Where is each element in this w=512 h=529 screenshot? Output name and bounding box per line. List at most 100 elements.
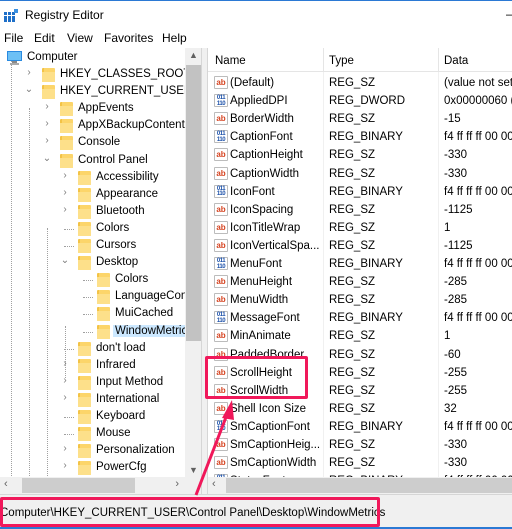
tree-scroll-thumb[interactable]: [186, 65, 201, 341]
column-header-name[interactable]: Name: [215, 55, 246, 67]
tree-node[interactable]: Mouse: [0, 425, 185, 442]
tree-node[interactable]: Colors: [0, 271, 185, 288]
tree-vertical-scrollbar[interactable]: ▲ ▼: [185, 48, 201, 477]
tree-node[interactable]: Keyboard: [0, 408, 185, 425]
column-separator[interactable]: [323, 48, 324, 72]
expand-chevron-icon[interactable]: ›: [60, 187, 70, 198]
tree-horizontal-scrollbar[interactable]: ‹ ›: [0, 477, 185, 494]
list-hscroll-thumb[interactable]: [226, 478, 512, 493]
expand-chevron-icon[interactable]: ›: [60, 460, 70, 471]
registry-value-row[interactable]: 011 110 CaptionFont REG_BINARY f4 ff ff ff …: [208, 128, 512, 146]
registry-value-row[interactable]: ab CaptionWidth REG_SZ -330: [208, 165, 512, 183]
registry-value-row[interactable]: ab CaptionHeight REG_SZ -330: [208, 146, 512, 164]
string-value-icon: ab: [214, 347, 228, 361]
registry-value-row[interactable]: ab MinAnimate REG_SZ 1: [208, 327, 512, 345]
binary-value-icon: 011 110: [214, 94, 228, 108]
tree-node[interactable]: LanguageConfigu: [0, 288, 201, 305]
registry-value-row[interactable]: ab PaddedBorder REG_SZ -60: [208, 346, 512, 364]
registry-value-row[interactable]: ab IconTitleWrap REG_SZ 1: [208, 219, 512, 237]
registry-value-row[interactable]: ab BorderWidth REG_SZ -15: [208, 110, 512, 128]
tree-node[interactable]: › HKEY_CLASSES_ROOT: [0, 66, 190, 83]
expand-chevron-icon[interactable]: ›: [60, 204, 70, 215]
list-horizontal-scrollbar[interactable]: ‹: [208, 477, 512, 494]
tree-node[interactable]: › Appearance: [0, 186, 185, 203]
tree-node[interactable]: › Personalization: [0, 442, 185, 459]
registry-value-row[interactable]: ab SmCaptionHeig... REG_SZ -330: [208, 436, 512, 454]
registry-value-row[interactable]: 011 110AppliedDPI REG_DWORD 0x00000060 (96…: [208, 92, 512, 110]
value-name: CaptionHeight: [230, 149, 303, 162]
registry-value-row[interactable]: 011 110 MessageFont REG_BINARY f4 ff ff ff …: [208, 309, 512, 327]
tree-node-label: Desktop: [96, 256, 139, 269]
menu-view[interactable]: View: [67, 31, 93, 45]
expand-chevron-icon[interactable]: ›: [42, 135, 52, 146]
registry-value-row[interactable]: ab IconVerticalSpa... REG_SZ -1125: [208, 237, 512, 255]
expand-chevron-icon[interactable]: ›: [60, 375, 70, 386]
menu-file[interactable]: File: [4, 31, 23, 45]
value-data: -1125: [444, 239, 473, 252]
registry-value-row[interactable]: ab MenuHeight REG_SZ -285: [208, 273, 512, 291]
collapse-chevron-icon[interactable]: ⌄: [42, 153, 52, 164]
tree-hscroll-thumb[interactable]: [22, 478, 135, 493]
value-data: -255: [444, 384, 468, 397]
column-separator[interactable]: [438, 48, 439, 72]
value-name: IconSpacing: [230, 203, 294, 216]
registry-value-row[interactable]: ab SmCaptionWidth REG_SZ -330: [208, 454, 512, 472]
registry-value-row[interactable]: ab (Default) REG_SZ (value not set): [208, 74, 512, 92]
registry-value-row[interactable]: ab ScrollWidth REG_SZ -255: [208, 382, 512, 400]
registry-value-row[interactable]: ab ScrollHeight REG_SZ -255: [208, 364, 512, 382]
tree-node[interactable]: › Input Method: [0, 374, 185, 391]
minimize-button[interactable]: –: [506, 7, 512, 21]
tree-node[interactable]: › Infrared: [0, 357, 185, 374]
column-header-data[interactable]: Data: [444, 55, 468, 67]
tree-node[interactable]: › AppEvents: [0, 100, 185, 117]
tree-node[interactable]: MuiCached: [0, 305, 185, 322]
tree-node-label: don't load: [96, 341, 146, 354]
tree-connector: [64, 348, 74, 350]
expand-chevron-icon[interactable]: ›: [60, 443, 70, 454]
list-header: Name Type Data: [208, 48, 512, 72]
registry-value-row[interactable]: 011 110 IconFont REG_BINARY f4 ff ff ff 00 …: [208, 183, 512, 201]
tree-node-computer[interactable]: Computer: [0, 49, 185, 66]
expand-chevron-icon[interactable]: ›: [42, 118, 52, 129]
scroll-right-icon[interactable]: ›: [175, 478, 179, 490]
binary-value-icon: 011 110: [214, 184, 228, 198]
tree-node[interactable]: › Bluetooth: [0, 203, 185, 220]
folder-icon: [97, 307, 110, 322]
scroll-up-icon[interactable]: ▲: [185, 50, 201, 60]
menu-edit[interactable]: Edit: [34, 31, 55, 45]
expand-chevron-icon[interactable]: ›: [60, 358, 70, 369]
menu-help[interactable]: Help: [162, 31, 187, 45]
tree-node[interactable]: ⌄ Desktop: [0, 254, 185, 271]
tree-node[interactable]: › Console: [0, 134, 185, 151]
registry-path[interactable]: Computer\HKEY_CURRENT_USER\Control Panel…: [0, 507, 385, 519]
tree-node[interactable]: ⌄ Control Panel: [0, 152, 185, 169]
registry-value-row[interactable]: 011 110 MenuFont REG_BINARY f4 ff ff ff 00 …: [208, 255, 512, 273]
collapse-chevron-icon[interactable]: ⌄: [60, 255, 70, 266]
expand-chevron-icon[interactable]: ›: [60, 170, 70, 181]
scroll-left-icon[interactable]: ‹: [212, 478, 216, 490]
tree-node[interactable]: Colors: [0, 220, 185, 237]
tree-node[interactable]: ⌄ HKEY_CURRENT_USER: [0, 83, 192, 100]
tree-node[interactable]: › AppXBackupContentTyp: [0, 117, 201, 134]
value-name: IconVerticalSpa...: [230, 239, 320, 252]
scroll-left-icon[interactable]: ‹: [4, 478, 8, 490]
tree-node[interactable]: WindowMetrics: [0, 323, 195, 340]
registry-value-row[interactable]: ab Shell Icon Size REG_SZ 32: [208, 400, 512, 418]
expand-chevron-icon[interactable]: ›: [60, 392, 70, 403]
expand-chevron-icon[interactable]: ›: [42, 101, 52, 112]
scroll-down-icon[interactable]: ▼: [185, 465, 201, 475]
menu-favorites[interactable]: Favorites: [104, 31, 153, 45]
value-type: REG_SZ: [329, 457, 376, 470]
tree-node[interactable]: › PowerCfg: [0, 459, 185, 476]
tree-node[interactable]: Cursors: [0, 237, 185, 254]
tree-node[interactable]: don't load: [0, 340, 185, 357]
registry-value-row[interactable]: 011 110 SmCaptionFont REG_BINARY f4 ff ff f…: [208, 418, 512, 436]
value-type: REG_SZ: [329, 348, 376, 361]
tree-node[interactable]: › Accessibility: [0, 169, 185, 186]
column-header-type[interactable]: Type: [329, 55, 354, 67]
collapse-chevron-icon[interactable]: ⌄: [24, 84, 34, 95]
tree-node[interactable]: › International: [0, 391, 185, 408]
expand-chevron-icon[interactable]: ›: [24, 67, 34, 78]
registry-value-row[interactable]: ab IconSpacing REG_SZ -1125: [208, 201, 512, 219]
registry-value-row[interactable]: ab MenuWidth REG_SZ -285: [208, 291, 512, 309]
